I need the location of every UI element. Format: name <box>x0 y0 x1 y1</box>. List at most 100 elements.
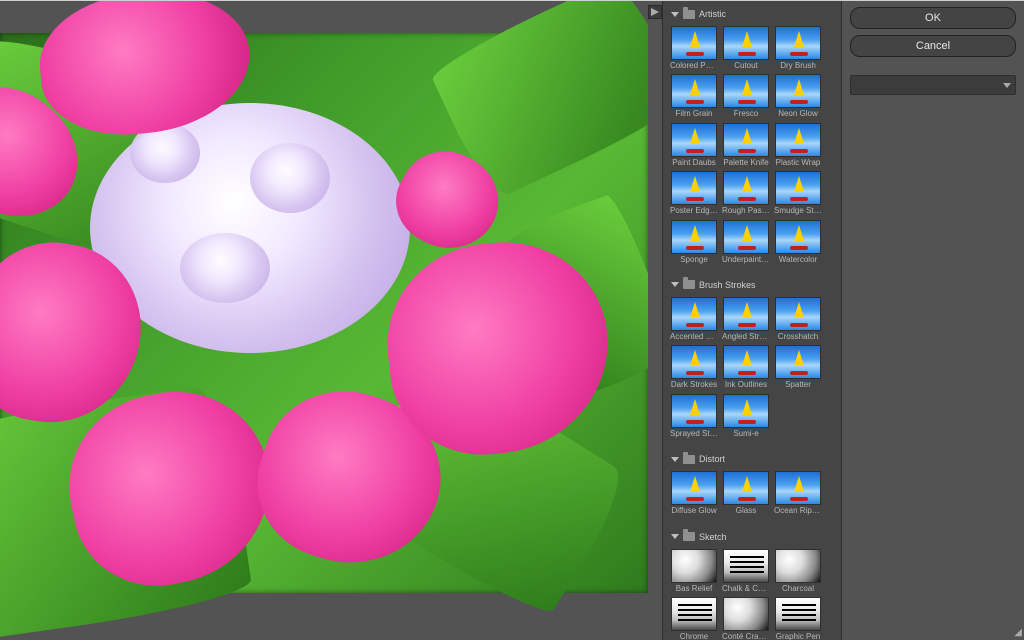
filter-label: Palette Knife <box>722 159 770 167</box>
filter-angled-strokes[interactable]: Angled Strokes <box>723 297 769 341</box>
filter-thumbnail-image <box>775 220 821 254</box>
filter-label: Conté Crayon <box>722 633 770 640</box>
filter-thumbnail-image <box>671 171 717 205</box>
filter-thumbnail-image <box>775 471 821 505</box>
filter-thumbnails: Colored Pencil CutoutDry Brush Film Grain F… <box>669 22 835 270</box>
filter-plastic-wrap[interactable]: Plastic Wrap <box>775 123 821 167</box>
filter-spatter[interactable]: Spatter <box>775 345 821 389</box>
filter-smudge-stick[interactable]: Smudge Stick <box>775 171 821 215</box>
filter-charcoal[interactable]: Charcoal <box>775 549 821 593</box>
filter-chrome[interactable]: Chrome <box>671 597 717 640</box>
filter-label: Dark Strokes <box>670 381 718 389</box>
filter-label: Graphic Pen <box>774 633 822 640</box>
category-header[interactable]: Brush Strokes <box>669 277 835 293</box>
filter-gallery-panel[interactable]: Artistic Colored Pencil CutoutDry Brush Fil… <box>662 1 842 640</box>
filter-palette-knife[interactable]: Palette Knife <box>723 123 769 167</box>
disclosure-triangle-icon <box>671 457 679 462</box>
filter-label: Smudge Stick <box>774 207 822 215</box>
filter-thumbnail-image <box>671 123 717 157</box>
filter-label: Poster Edges <box>670 207 718 215</box>
filter-rough-pastels[interactable]: Rough Pastels <box>723 171 769 215</box>
category-label: Sketch <box>699 532 727 542</box>
filter-thumbnails: Bas Relief Chalk & Charcoal Charcoal Chrome… <box>669 545 835 640</box>
filter-dry-brush[interactable]: Dry Brush <box>775 26 821 70</box>
filter-select-dropdown[interactable] <box>850 75 1016 95</box>
filter-neon-glow[interactable]: Neon Glow <box>775 74 821 118</box>
category-label: Brush Strokes <box>699 280 756 290</box>
filter-thumbnail-image <box>671 394 717 428</box>
filter-sprayed-strokes[interactable]: Sprayed Strokes <box>671 394 717 438</box>
filter-thumbnail-image <box>775 74 821 108</box>
filter-thumbnail-image <box>671 297 717 331</box>
filter-thumbnail-image <box>775 26 821 60</box>
filter-thumbnail-image <box>671 345 717 379</box>
resize-grip-icon[interactable]: ◢ <box>1014 627 1022 638</box>
filter-thumbnail-image <box>671 220 717 254</box>
filter-thumbnail-image <box>671 597 717 631</box>
filter-watercolor[interactable]: Watercolor <box>775 220 821 264</box>
filter-underpainting[interactable]: Underpainting <box>723 220 769 264</box>
folder-icon <box>683 280 695 289</box>
filter-label: Ink Outlines <box>722 381 770 389</box>
filter-label: Sumi-e <box>722 430 770 438</box>
category-artistic: Artistic Colored Pencil CutoutDry Brush Fil… <box>663 1 841 272</box>
filter-thumbnail-image <box>723 471 769 505</box>
filter-label: Colored Pencil <box>670 62 718 70</box>
filter-poster-edges[interactable]: Poster Edges <box>671 171 717 215</box>
filter-chalk-charcoal[interactable]: Chalk & Charcoal <box>723 549 769 593</box>
filter-graphic-pen[interactable]: Graphic Pen <box>775 597 821 640</box>
filter-thumbnail-image <box>671 26 717 60</box>
filter-ink-outlines[interactable]: Ink Outlines <box>723 345 769 389</box>
filter-accented-edges[interactable]: Accented Edges <box>671 297 717 341</box>
filter-crosshatch[interactable]: Crosshatch <box>775 297 821 341</box>
filter-paint-daubs[interactable]: Paint Daubs <box>671 123 717 167</box>
filter-diffuse-glow[interactable]: Diffuse Glow <box>671 471 717 515</box>
filter-label: Diffuse Glow <box>670 507 718 515</box>
filter-label: Chalk & Charcoal <box>722 585 770 593</box>
filter-sumi-e[interactable]: Sumi-e <box>723 394 769 438</box>
filter-thumbnail-image <box>723 597 769 631</box>
filter-thumbnail-image <box>723 26 769 60</box>
settings-panel: OK Cancel ◢ <box>842 1 1024 640</box>
filter-cont-crayon[interactable]: Conté Crayon <box>723 597 769 640</box>
filter-label: Accented Edges <box>670 333 718 341</box>
filter-thumbnail-image <box>723 74 769 108</box>
filter-colored-pencil[interactable]: Colored Pencil <box>671 26 717 70</box>
collapse-gallery-button[interactable] <box>648 5 662 19</box>
filter-label: Bas Relief <box>670 585 718 593</box>
filter-thumbnail-image <box>775 597 821 631</box>
cancel-button[interactable]: Cancel <box>850 35 1016 57</box>
filter-thumbnail-image <box>723 220 769 254</box>
filter-thumbnail-image <box>723 394 769 428</box>
category-header[interactable]: Artistic <box>669 6 835 22</box>
filter-glass[interactable]: Glass <box>723 471 769 515</box>
filter-cutout[interactable]: Cutout <box>723 26 769 70</box>
filter-film-grain[interactable]: Film Grain <box>671 74 717 118</box>
filter-dark-strokes[interactable]: Dark Strokes <box>671 345 717 389</box>
filter-thumbnails: Diffuse Glow GlassOcean Ripple <box>669 467 835 521</box>
category-header[interactable]: Distort <box>669 451 835 467</box>
window-body: Artistic Colored Pencil CutoutDry Brush Fil… <box>0 1 1024 640</box>
disclosure-triangle-icon <box>671 534 679 539</box>
filter-fresco[interactable]: Fresco <box>723 74 769 118</box>
filter-label: Chrome <box>670 633 718 640</box>
filter-label: Fresco <box>722 110 770 118</box>
chevron-down-icon <box>1003 83 1011 88</box>
preview-image[interactable] <box>0 33 648 593</box>
filter-label: Underpainting <box>722 256 770 264</box>
filter-bas-relief[interactable]: Bas Relief <box>671 549 717 593</box>
filter-label: Spatter <box>774 381 822 389</box>
filter-ocean-ripple[interactable]: Ocean Ripple <box>775 471 821 515</box>
category-header[interactable]: Sketch <box>669 529 835 545</box>
filter-gallery-window: Artistic Colored Pencil CutoutDry Brush Fil… <box>0 0 1024 640</box>
disclosure-triangle-icon <box>671 12 679 17</box>
filter-sponge[interactable]: Sponge <box>671 220 717 264</box>
filter-thumbnail-image <box>723 345 769 379</box>
filter-thumbnail-image <box>775 123 821 157</box>
category-label: Artistic <box>699 9 726 19</box>
category-brush-strokes: Brush Strokes Accented Edges Angled Stroke… <box>663 272 841 446</box>
filter-thumbnail-image <box>775 171 821 205</box>
ok-button[interactable]: OK <box>850 7 1016 29</box>
filter-thumbnail-image <box>775 549 821 583</box>
filter-thumbnail-image <box>775 297 821 331</box>
